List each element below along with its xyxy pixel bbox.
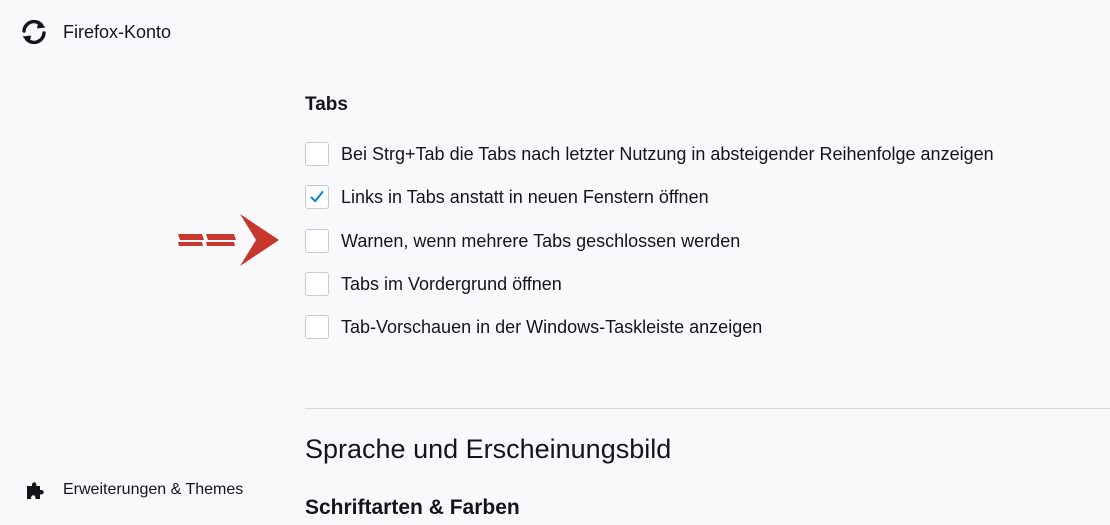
sidebar-item-label: Firefox-Konto (63, 21, 172, 42)
checkbox[interactable] (305, 272, 329, 296)
option-taskbar-tab-previews[interactable]: Tab-Vorschauen in der Windows-Taskleiste… (305, 314, 762, 340)
checkmark-icon (310, 191, 324, 203)
option-open-tabs-foreground[interactable]: Tabs im Vordergrund öffnen (305, 271, 562, 297)
checkbox[interactable] (305, 315, 329, 339)
option-warn-close-multiple-tabs[interactable]: Warnen, wenn mehrere Tabs geschlossen we… (305, 228, 740, 254)
option-label: Links in Tabs anstatt in neuen Fenstern … (341, 186, 709, 207)
sidebar-item-firefox-account[interactable]: Firefox-Konto (20, 16, 171, 48)
section-divider (305, 408, 1110, 409)
option-label: Tab-Vorschauen in der Windows-Taskleiste… (341, 316, 763, 337)
puzzle-icon (24, 479, 46, 501)
preferences-main-panel: Tabs Bei Strg+Tab die Tabs nach letzter … (305, 0, 1110, 525)
sidebar-item-extensions-themes[interactable]: Erweiterungen & Themes (24, 478, 243, 502)
option-label: Warnen, wenn mehrere Tabs geschlossen we… (341, 230, 741, 251)
option-links-in-tabs[interactable]: Links in Tabs anstatt in neuen Fenstern … (305, 184, 709, 210)
annotation-arrow-icon (176, 214, 280, 268)
tabs-section-title: Tabs (305, 94, 348, 115)
language-appearance-heading: Sprache und Erscheinungsbild (305, 434, 672, 464)
fonts-colors-heading: Schriftarten & Farben (305, 496, 520, 519)
option-ctrl-tab-recent-order[interactable]: Bei Strg+Tab die Tabs nach letzter Nutzu… (305, 141, 994, 167)
option-label: Tabs im Vordergrund öffnen (341, 273, 562, 294)
sidebar-item-label: Erweiterungen & Themes (63, 481, 244, 498)
checkbox[interactable] (305, 229, 329, 253)
checkbox[interactable] (305, 185, 329, 209)
checkbox[interactable] (305, 142, 329, 166)
option-label: Bei Strg+Tab die Tabs nach letzter Nutzu… (341, 143, 994, 164)
sync-icon (20, 18, 48, 46)
